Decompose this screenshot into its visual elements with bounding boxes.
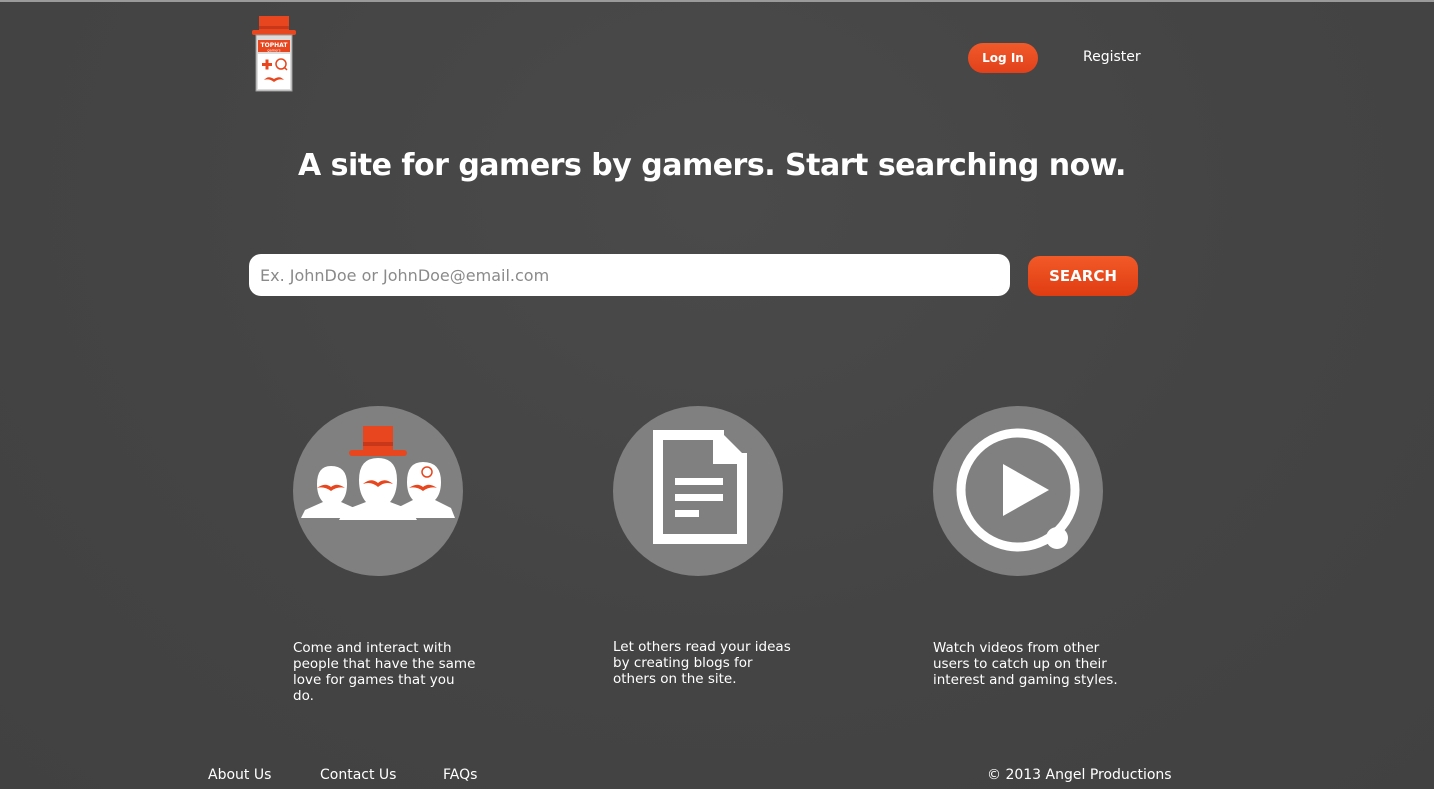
tophat-logo-icon: TOPHAT gamers xyxy=(252,16,296,92)
search-input[interactable] xyxy=(249,254,1010,296)
about-us-link[interactable]: About Us xyxy=(208,766,271,784)
page: TOPHAT gamers Log In Register A site for… xyxy=(0,0,1434,789)
login-button[interactable]: Log In xyxy=(968,43,1038,73)
blog-feature-circle xyxy=(613,406,783,576)
logo-subtext: gamers xyxy=(267,49,280,53)
play-video-icon xyxy=(956,428,1080,552)
community-feature-circle xyxy=(293,406,463,576)
document-icon xyxy=(653,430,747,544)
register-link[interactable]: Register xyxy=(1083,48,1141,66)
community-icon xyxy=(301,426,455,520)
blog-feature-text: Let others read your ideas by creating b… xyxy=(613,639,791,687)
faqs-link[interactable]: FAQs xyxy=(443,766,477,784)
tophat-logo[interactable]: TOPHAT gamers xyxy=(250,16,298,92)
community-feature-text: Come and interact with people that have … xyxy=(293,640,476,704)
video-feature-text: Watch videos from other users to catch u… xyxy=(933,640,1118,688)
page-headline: A site for gamers by gamers. Start searc… xyxy=(298,148,1126,183)
copyright-text: © 2013 Angel Productions xyxy=(987,767,1172,783)
video-feature-circle xyxy=(933,406,1103,576)
contact-us-link[interactable]: Contact Us xyxy=(320,766,396,784)
search-button[interactable]: SEARCH xyxy=(1028,256,1138,296)
